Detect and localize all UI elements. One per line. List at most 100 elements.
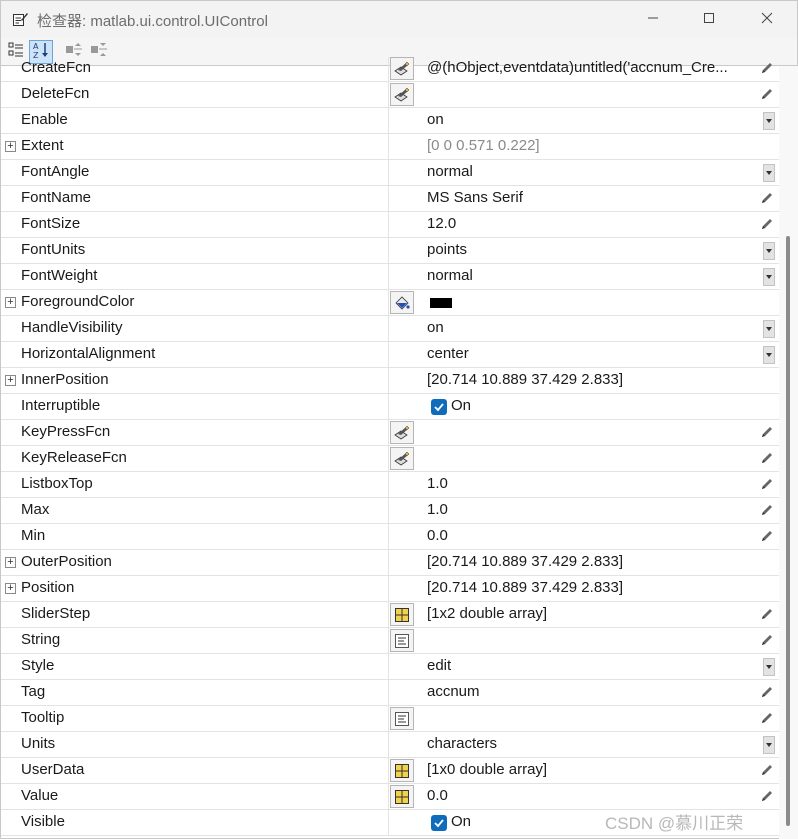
minimize-button[interactable] [627,1,679,38]
property-value[interactable]: 12.0 [427,215,456,232]
text-editor-icon[interactable] [390,707,414,730]
close-button[interactable] [741,1,793,38]
property-value[interactable]: accnum [427,683,480,700]
property-row[interactable]: FontUnits points [1,238,779,264]
property-value[interactable]: edit [427,657,451,674]
property-value[interactable]: 0.0 [427,527,448,544]
property-row[interactable]: Interruptible On [1,394,779,420]
property-row[interactable]: Min 0.0 [1,524,779,550]
property-row[interactable]: Enable on [1,108,779,134]
pencil-icon[interactable] [760,685,774,699]
expand-icon[interactable]: + [5,297,16,308]
callback-editor-icon[interactable] [390,83,414,106]
expand-icon[interactable]: + [5,557,16,568]
callback-editor-icon[interactable] [390,57,414,80]
property-value[interactable]: @(hObject,eventdata)untitled('accnum_Cre… [427,59,757,76]
dropdown-arrow-icon[interactable] [763,736,775,754]
array-editor-icon[interactable] [390,785,414,808]
property-value[interactable]: 1.0 [427,501,448,518]
dropdown-arrow-icon[interactable] [763,242,775,260]
property-value[interactable]: normal [427,163,473,180]
property-row[interactable]: Tag accnum [1,680,779,706]
property-row[interactable]: + Extent [0 0 0.571 0.222] [1,134,779,160]
property-value[interactable]: [1x0 double array] [427,761,547,778]
property-name-cell: Units [18,732,389,758]
pencil-icon[interactable] [760,789,774,803]
property-value[interactable]: normal [427,267,473,284]
pencil-icon[interactable] [760,503,774,517]
checkbox[interactable] [431,815,447,831]
property-row[interactable]: FontWeight normal [1,264,779,290]
text-editor-icon[interactable] [390,629,414,652]
property-row[interactable]: FontSize 12.0 [1,212,779,238]
expand-icon[interactable]: + [5,583,16,594]
expand-icon[interactable]: + [5,375,16,386]
property-row[interactable]: UserData [1x0 double array] [1,758,779,784]
property-row[interactable]: FontAngle normal [1,160,779,186]
dropdown-arrow-icon[interactable] [763,658,775,676]
dropdown-arrow-icon[interactable] [763,320,775,338]
pencil-icon[interactable] [760,191,774,205]
property-row[interactable]: DeleteFcn [1,82,779,108]
pencil-icon[interactable] [760,633,774,647]
property-value[interactable]: 0.0 [427,787,448,804]
property-name-cell: ForegroundColor [18,290,389,316]
pencil-icon[interactable] [760,607,774,621]
property-value[interactable]: [1x2 double array] [427,605,547,622]
dropdown-arrow-icon[interactable] [763,346,775,364]
expand-icon[interactable]: + [5,141,16,152]
property-name: String [21,631,61,648]
property-value[interactable]: characters [427,735,497,752]
pencil-icon[interactable] [760,87,774,101]
property-row[interactable]: Units characters [1,732,779,758]
dropdown-arrow-icon[interactable] [763,164,775,182]
maximize-button[interactable] [683,1,735,38]
property-value[interactable]: MS Sans Serif [427,189,523,206]
pencil-icon[interactable] [760,217,774,231]
vertical-scrollbar[interactable] [779,66,798,839]
property-row[interactable]: FontName MS Sans Serif [1,186,779,212]
pencil-icon[interactable] [760,61,774,75]
property-row[interactable]: ListboxTop 1.0 [1,472,779,498]
property-row[interactable]: + Position [20.714 10.889 37.429 2.833] [1,576,779,602]
pencil-icon[interactable] [760,451,774,465]
property-value[interactable]: points [427,241,467,258]
property-value[interactable]: on [427,319,444,336]
property-value[interactable]: [20.714 10.889 37.429 2.833] [427,371,623,388]
property-value[interactable]: on [427,111,444,128]
property-row[interactable]: String [1,628,779,654]
property-name-cell: Min [18,524,389,550]
property-row[interactable]: + InnerPosition [20.714 10.889 37.429 2.83… [1,368,779,394]
property-row[interactable]: + OuterPosition [20.714 10.889 37.429 2.83… [1,550,779,576]
callback-editor-icon[interactable] [390,447,414,470]
property-row[interactable]: Style edit [1,654,779,680]
property-row[interactable]: Value 0.0 [1,784,779,810]
callback-editor-icon[interactable] [390,421,414,444]
pencil-icon[interactable] [760,477,774,491]
pencil-icon[interactable] [760,425,774,439]
property-value[interactable]: center [427,345,469,362]
property-row[interactable]: Tooltip [1,706,779,732]
pencil-icon[interactable] [760,763,774,777]
color-picker-icon[interactable] [390,291,414,314]
property-row[interactable]: Max 1.0 [1,498,779,524]
property-row[interactable]: + ForegroundColor [1,290,779,316]
array-editor-icon[interactable] [390,603,414,626]
pencil-icon[interactable] [760,529,774,543]
scrollbar-thumb[interactable] [786,236,790,826]
array-editor-icon[interactable] [390,759,414,782]
checkbox[interactable] [431,399,447,415]
pencil-icon[interactable] [760,711,774,725]
property-row[interactable]: KeyReleaseFcn [1,446,779,472]
dropdown-arrow-icon[interactable] [763,112,775,130]
color-swatch[interactable] [430,298,452,308]
property-row[interactable]: HorizontalAlignment center [1,342,779,368]
property-value[interactable]: [20.714 10.889 37.429 2.833] [427,553,623,570]
property-row[interactable]: SliderStep [1x2 double array] [1,602,779,628]
property-row[interactable]: KeyPressFcn [1,420,779,446]
property-value[interactable]: [20.714 10.889 37.429 2.833] [427,579,623,596]
dropdown-arrow-icon[interactable] [763,268,775,286]
property-row[interactable]: CreateFcn @(hObject,eventdata)untitled('a… [1,57,779,82]
property-row[interactable]: HandleVisibility on [1,316,779,342]
property-value[interactable]: 1.0 [427,475,448,492]
